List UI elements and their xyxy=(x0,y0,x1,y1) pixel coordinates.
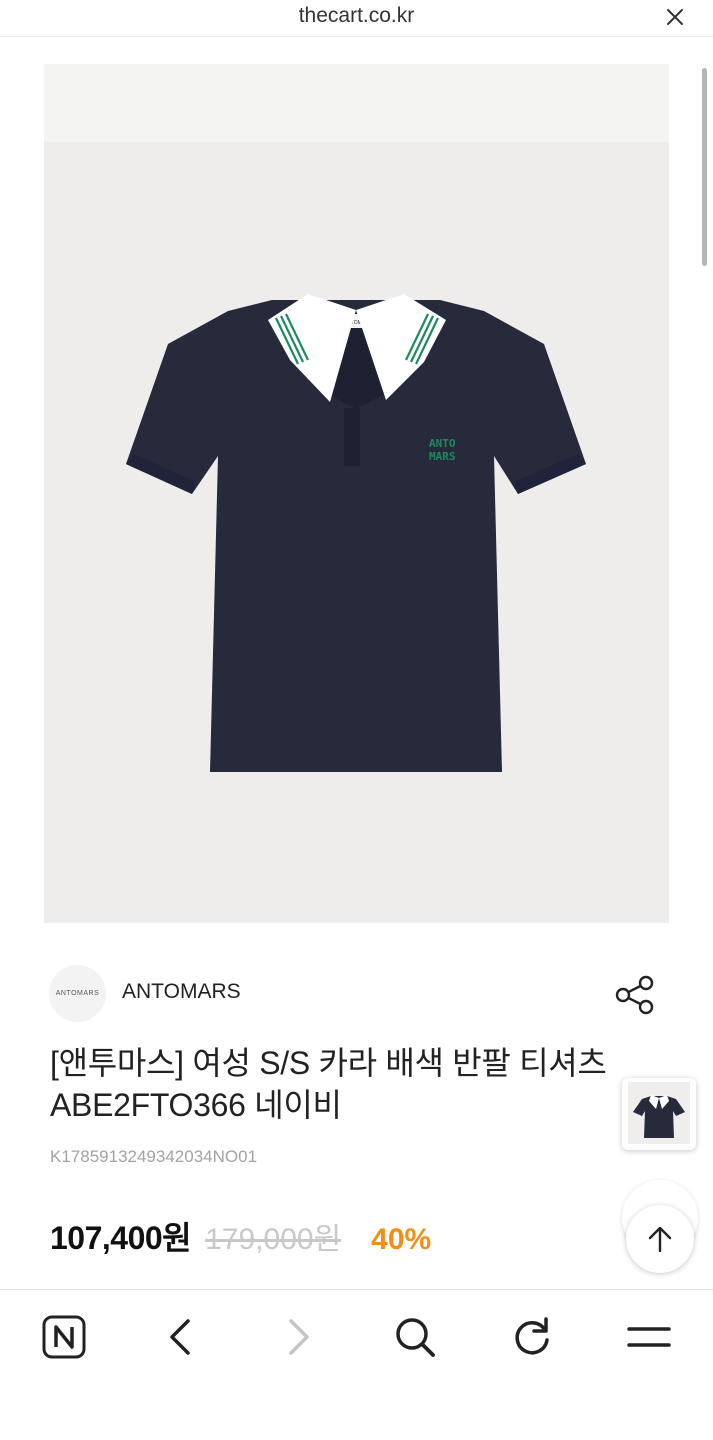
share-icon[interactable] xyxy=(612,972,658,1018)
back-icon[interactable] xyxy=(156,1312,206,1362)
shirt-logo-line2: MARS xyxy=(429,450,456,463)
polo-shirt-image: ANTOMARS ANTO MARS xyxy=(126,294,586,772)
close-icon[interactable] xyxy=(663,5,687,29)
discount-rate: 40% xyxy=(371,1223,432,1256)
browser-top-bar: thecart.co.kr xyxy=(0,0,713,37)
product-sku: K1785913249342034NO01 xyxy=(50,1147,258,1166)
url-text[interactable]: thecart.co.kr xyxy=(0,4,713,28)
sale-price: 107,400원 xyxy=(50,1220,192,1256)
thumbnail-shirt-image xyxy=(628,1082,690,1144)
refresh-icon[interactable] xyxy=(507,1312,557,1362)
price-row: 107,400원 179,000원 40% xyxy=(50,1213,431,1259)
original-price: 179,000원 xyxy=(205,1223,342,1256)
search-icon[interactable] xyxy=(390,1312,440,1362)
brand-name[interactable]: ANTOMARS xyxy=(122,980,241,1004)
arrow-up-icon xyxy=(648,1226,672,1253)
browser-toolbar xyxy=(0,1289,713,1440)
forward-icon[interactable] xyxy=(273,1312,323,1362)
product-title: [앤투마스] 여성 S/S 카라 배색 반팔 티셔츠 ABE2FTO366 네이… xyxy=(50,1045,607,1123)
brand-logo-text: ANTOMARS xyxy=(55,990,100,997)
shirt-logo-line1: ANTO xyxy=(429,437,456,450)
recent-item-thumbnail[interactable] xyxy=(622,1078,696,1150)
naver-home-icon[interactable] xyxy=(39,1312,89,1362)
page: thecart.co.kr ANTOMARS ANTO MARS ANTOMAR… xyxy=(0,0,713,1440)
menu-icon[interactable] xyxy=(624,1312,674,1362)
scrollbar[interactable] xyxy=(702,68,707,266)
product-image[interactable]: ANTOMARS ANTO MARS xyxy=(44,64,669,923)
scroll-top-button[interactable] xyxy=(626,1205,694,1273)
brand-logo[interactable]: ANTOMARS xyxy=(49,965,106,1022)
